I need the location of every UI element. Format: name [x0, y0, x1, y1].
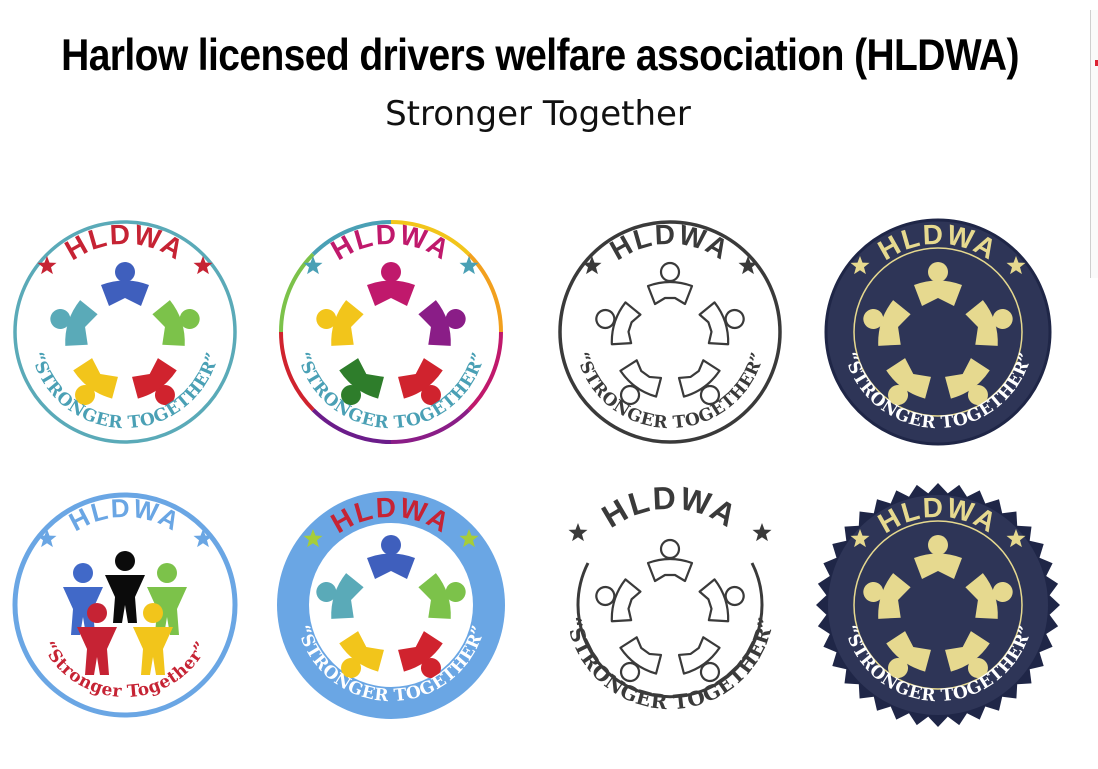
star-icon: [37, 256, 57, 275]
person-figure-icon: [101, 262, 149, 306]
person-figure-icon: [147, 563, 187, 635]
hldwa-logo-2: HLDWA “STRONGER TOGETHER”: [271, 212, 511, 452]
logo-slogan: “STRONGER TOGETHER”: [293, 350, 490, 433]
person-figure-icon: [63, 563, 103, 635]
star-icon: [752, 523, 772, 542]
person-figure-icon: [418, 300, 466, 346]
figure-group: [63, 551, 187, 675]
logo-acronym: HLDWA: [60, 219, 191, 266]
person-figure-icon: [698, 578, 745, 623]
person-figure-icon: [698, 301, 745, 346]
hldwa-logo-3: HLDWA “STRONGER TOGETHER”: [550, 212, 790, 452]
star-icon: [193, 256, 213, 275]
logo-slogan: “STRONGER TOGETHER”: [562, 615, 778, 714]
logo-emblem: HLDWA “STRONGER TOGETHER”: [562, 480, 778, 715]
logo-emblem: HLDWA “STRONGER TOGETHER”: [279, 219, 503, 444]
star-icon: [568, 523, 588, 542]
badge-fill: [824, 218, 1052, 446]
logo-slogan: “STRONGER TOGETHER”: [27, 350, 224, 433]
person-figure-icon: [595, 578, 642, 623]
outer-ring: [558, 220, 782, 444]
person-figure-icon: [316, 300, 364, 346]
logo-slogan: “Stronger Together”: [38, 638, 212, 702]
person-figure-icon: [50, 300, 98, 346]
star-icon: [738, 256, 758, 275]
logo-acronym: HLDWA: [326, 219, 457, 266]
logo-emblem: HLDWA “STRONGER TOGETHER”: [13, 219, 237, 444]
logo-acronym: HLDWA: [64, 493, 186, 537]
star-icon: [582, 256, 602, 275]
person-figure-icon: [105, 551, 145, 623]
logo-emblem: HLDWA “Stronger Together”: [12, 492, 238, 718]
logo-acronym: HLDWA: [596, 480, 745, 535]
logo-emblem: HLDWA“STRONGER TOGETHER”: [816, 483, 1060, 727]
hldwa-logo-5: HLDWA “Stronger Together”: [5, 485, 245, 725]
hldwa-logo-6: HLDWA “STRONGER TOGETHER”: [271, 485, 511, 725]
person-figure-icon: [646, 538, 694, 583]
hldwa-logo-8: HLDWA “STRONGER TOGETHER”: [816, 483, 1060, 727]
hldwa-logo-1: HLDWA “STRONGER TOGETHER”: [5, 212, 245, 452]
badge-fill: [828, 495, 1048, 715]
logo-acronym: HLDWA: [605, 219, 736, 266]
hldwa-logo-7: HLDWA “STRONGER TOGETHER”: [550, 480, 790, 725]
logo-slogan: “STRONGER TOGETHER”: [572, 350, 769, 433]
logo-emblem: HLDWA“STRONGER TOGETHER”: [824, 218, 1052, 446]
person-figure-icon: [595, 301, 642, 346]
logo-emblem: HLDWA“STRONGER TOGETHER”: [277, 491, 505, 719]
person-figure-icon: [152, 300, 200, 346]
outer-ring: [13, 220, 237, 444]
page-title: Harlow licensed drivers welfare associat…: [61, 30, 1019, 81]
page-tagline: Stronger Together: [385, 94, 691, 134]
person-figure-icon: [367, 262, 415, 306]
hldwa-logo-4: HLDWA “STRONGER TOGETHER”: [818, 212, 1058, 452]
side-panel-edge: [1090, 10, 1098, 278]
logo-emblem: HLDWA “STRONGER TOGETHER”: [558, 219, 782, 444]
person-figure-icon: [646, 261, 694, 306]
